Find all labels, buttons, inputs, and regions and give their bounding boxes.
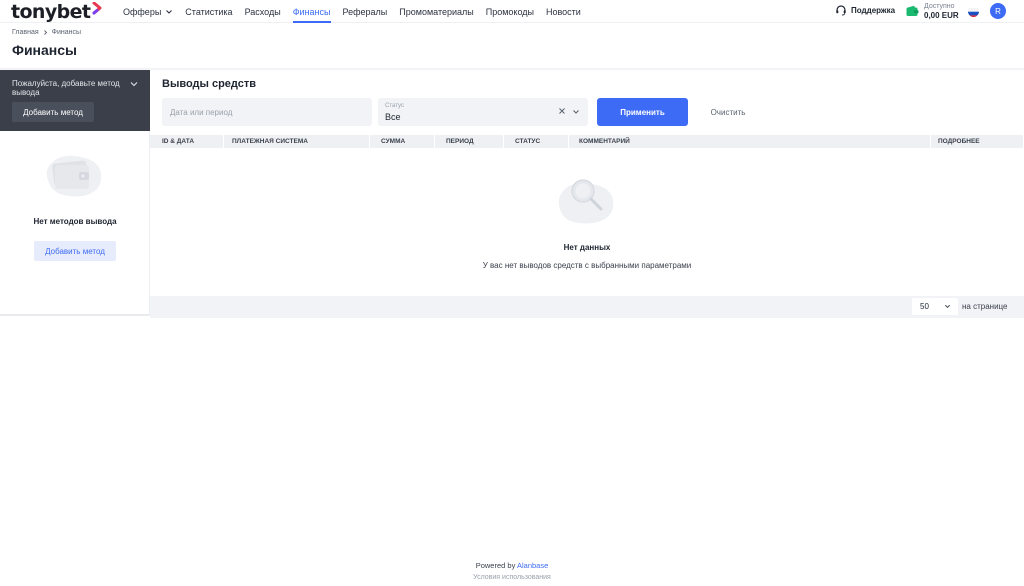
withdrawal-methods-header: Пожалуйста, добавьте метод вывода Добави… [0,70,150,131]
date-range-input[interactable] [162,98,372,126]
status-select-value: Все [385,112,401,122]
powered-by-brand-link[interactable]: Alanbase [517,561,548,570]
empty-state-subtitle: У вас нет выводов средств с выбранными п… [482,261,692,270]
nav-item-label: Офферы [123,6,162,17]
column-header-status: СТАТУС [503,135,569,148]
withdrawals-title: Выводы средств [162,78,257,90]
top-navbar: tonybet Офферы Статистика Расходы Финанс… [0,0,1024,23]
apply-button[interactable]: Применить [597,98,688,126]
nav-item-news[interactable]: Новости [546,0,581,23]
nav-item-referrals[interactable]: Рефералы [343,0,388,23]
chevron-down-icon [944,304,951,309]
nav-item-finances[interactable]: Финансы [292,0,331,23]
page-title: Финансы [12,42,77,58]
main-nav: Офферы Статистика Расходы Финансы Рефера… [123,0,593,23]
column-header-payment-system: ПЛАТЕЖНАЯ СИСТЕМА [220,135,370,148]
column-header-id-date: ID & ДАТА [150,135,224,148]
add-method-prompt: Пожалуйста, добавьте метод вывода [12,79,120,97]
no-methods-text: Нет методов вывода [33,217,117,226]
support-link[interactable]: Поддержка [835,4,895,16]
balance-widget[interactable]: Доступно 0,00 EUR [906,2,959,20]
balance-label: Доступно [924,3,955,10]
powered-by-label: Powered by [475,561,516,570]
empty-state-title: Нет данных [563,243,611,252]
column-header-amount: СУММА [369,135,435,148]
clear-button[interactable]: Очистить [700,98,756,126]
pagination-bar [150,296,1024,318]
withdrawal-methods-panel: Пожалуйста, добавьте метод вывода Добави… [0,70,150,316]
nav-item-promo-codes[interactable]: Промокоды [486,0,534,23]
nav-item-promo-materials[interactable]: Промоматериалы [399,0,473,23]
add-method-button[interactable]: Добавить метод [12,102,94,122]
chevron-right-icon [43,30,47,35]
column-header-details: ПОДРОБНЕЕ [926,135,1024,148]
headset-icon [836,5,846,16]
empty-wallet-icon [46,155,102,197]
breadcrumb-current: Финансы [51,29,82,36]
logo-text: tonybet [11,1,91,23]
close-icon[interactable] [558,107,566,115]
column-header-comment: КОММЕНТАРИЙ [567,135,931,148]
chevron-down-icon [166,9,173,14]
support-label: Поддержка [851,5,896,15]
per-page-label: на странице [962,302,1008,311]
empty-search-icon [558,179,614,224]
nav-item-statistics[interactable]: Статистика [185,0,232,23]
column-header-period: ПЕРИОД [434,135,504,148]
terms-link[interactable]: Условия использования [0,574,1024,581]
avatar[interactable]: R [990,3,1006,19]
nav-item-expenses[interactable]: Расходы [245,0,281,23]
status-select-label: Статус [385,103,404,109]
logo[interactable]: tonybet [11,1,103,23]
wallet-icon [906,5,919,16]
per-page-select[interactable]: 50 [912,298,958,315]
powered-by: Powered by Alanbase [0,561,1024,570]
status-select[interactable]: Статус Все [378,98,588,126]
logo-mark-icon [92,2,102,15]
breadcrumb: Главная Финансы [12,29,81,36]
balance-value: 0,00 EUR [924,11,959,20]
withdrawals-table-header: ID & ДАТА ПЛАТЕЖНАЯ СИСТЕМА СУММА ПЕРИОД… [150,135,1024,148]
header-divider [0,68,1024,71]
add-method-secondary-button[interactable]: Добавить метод [34,241,116,261]
chevron-down-icon[interactable] [130,80,138,88]
ru-flag-icon[interactable] [968,6,979,17]
per-page-value: 50 [920,302,929,311]
chevron-down-icon[interactable] [572,108,580,116]
breadcrumb-home[interactable]: Главная [12,29,39,36]
nav-item-offers[interactable]: Офферы [123,0,173,23]
